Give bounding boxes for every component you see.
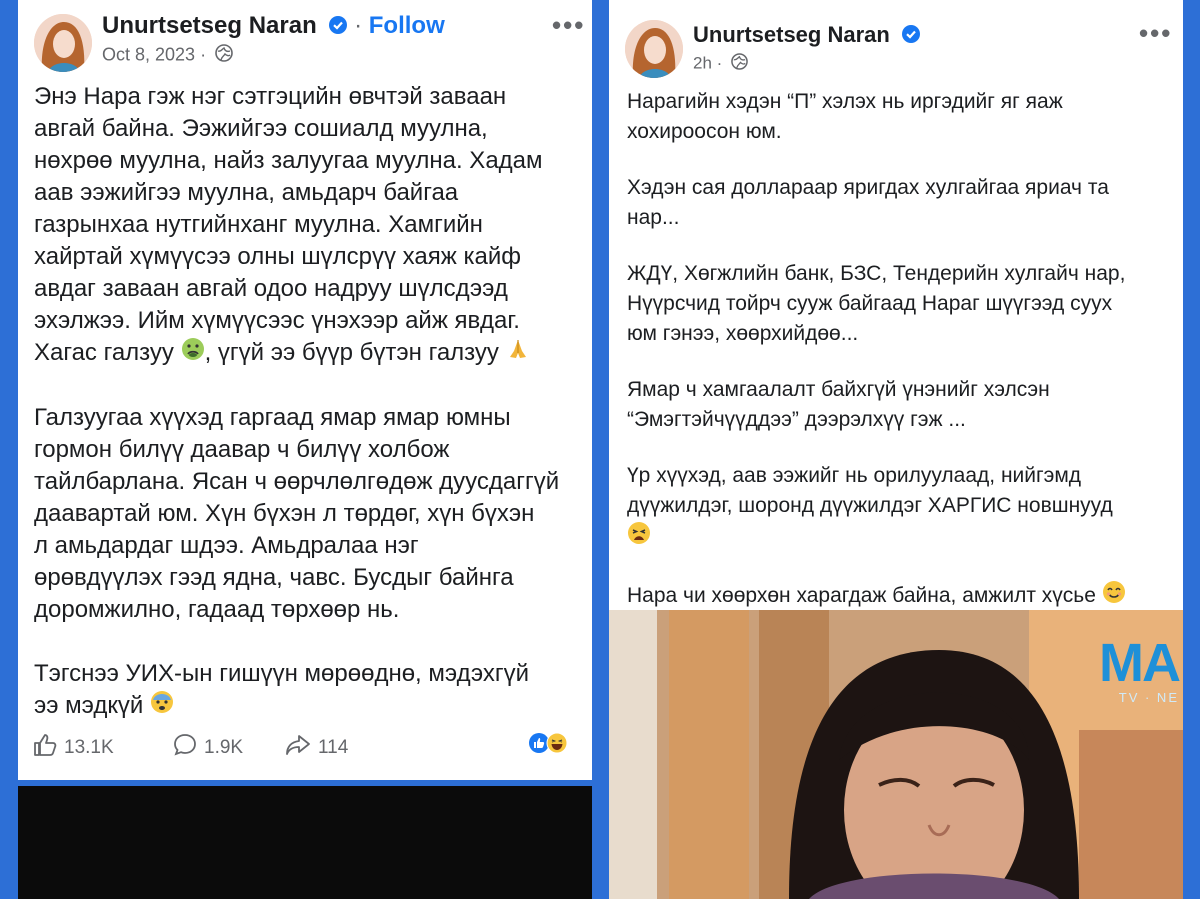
emoji-tired: [627, 521, 651, 554]
text-line: хохироосон юм.: [627, 120, 782, 143]
post-meta: 2h ·: [693, 53, 748, 75]
text-line: ээ мэдкүй: [34, 692, 144, 720]
text-line: юм гэнээ, хөөрхийдөө...: [627, 322, 859, 345]
emoji-smiling: [1102, 580, 1126, 610]
text-line: авгай байна. Ээжийгээ сошиалд муулна,: [34, 115, 488, 142]
post-date[interactable]: Oct 8, 2023: [102, 44, 195, 64]
paragraph-2: Хэдэн сая доллараар яригдах хулгайгаа яр…: [627, 173, 1177, 233]
comment-count: 1.9K: [204, 737, 244, 758]
author-avatar[interactable]: [625, 20, 683, 78]
text-line: нөхрөө муулна, найз залуугаа муулна. Хад…: [34, 147, 543, 174]
post-body: Энэ Нара гэж нэг сэтгэцийн өвчтэй заваан…: [34, 81, 584, 723]
text-line: Нарагийн хэдэн “П” хэлэх нь иргэдийг яг …: [627, 90, 1063, 113]
post-time[interactable]: 2h: [693, 53, 712, 72]
paragraph-4: Ямар ч хамгаалалт байхгүй үнэнийг хэлсэн…: [627, 375, 1177, 435]
paragraph-6: Нара чи хөөрхөн харагдаж байна, амжилт х…: [627, 580, 1177, 610]
paragraph-1: Нарагийн хэдэн “П” хэлэх нь иргэдийг яг …: [627, 87, 1177, 147]
tv-channel-subtitle: TV · NE: [1118, 690, 1179, 705]
text-line: тайлбарлана. Ясан ч өөрчлөлгөдөж дуусдаг…: [34, 468, 560, 496]
author-avatar[interactable]: [34, 14, 92, 72]
more-options-icon[interactable]: •••: [1139, 18, 1172, 49]
action-bar: 13.1K 1.9K 114: [32, 732, 578, 762]
text-line: , үгүй ээ бүүр бүтэн галзуу: [204, 339, 499, 366]
paragraph-3: ЖДҮ, Хөгжлийн банк, БЗС, Тендерийн хулга…: [627, 259, 1177, 349]
globe-icon: [215, 44, 233, 67]
black-video-area: [18, 786, 592, 899]
emoji-fearful: [150, 690, 174, 723]
right-post: Unurtsetseg Naran 2h · ••• Нарагийн хэдэ…: [609, 0, 1183, 610]
author-name[interactable]: Unurtsetseg Naran: [693, 22, 890, 47]
text-line: ЖДҮ, Хөгжлийн банк, БЗС, Тендерийн хулга…: [627, 262, 1126, 285]
text-line: нар...: [627, 206, 680, 229]
globe-icon: [731, 53, 748, 75]
text-line: л амьдардаг шдээ. Амьдралаа нэг: [34, 532, 419, 560]
news-photo[interactable]: MA TV · NE: [609, 610, 1183, 899]
tv-channel-logo: MA: [1099, 633, 1181, 693]
text-line: газрынхаа нутгийнханг муулна. Хамгийн: [34, 211, 483, 238]
reaction-summary[interactable]: [528, 732, 568, 760]
text-line: авдаг заваан авгай одоо надруу шүлсдээд: [34, 275, 508, 302]
share-count: 114: [318, 737, 349, 758]
text-line: өрөвдүүлэх гээд ядна, чавс. Бусдыг байнг…: [34, 564, 514, 592]
text-line: Ямар ч хамгаалалт байхгүй үнэнийг хэлсэн: [627, 378, 1050, 401]
comment-button[interactable]: 1.9K: [172, 732, 243, 764]
left-post: Unurtsetseg Naran · Follow Oct 8, 2023 ·…: [18, 0, 592, 780]
follow-button[interactable]: Follow: [369, 12, 445, 39]
like-button[interactable]: 13.1K: [32, 732, 114, 764]
text-line: доромжилно, гадаад төрхөөр нь.: [34, 596, 400, 624]
paragraph-2: Галзуугаа хүүхэд гаргаад ямар ямар юмны …: [34, 402, 584, 626]
text-line: Хагас галзуу: [34, 339, 174, 366]
post-meta: Oct 8, 2023 ·: [102, 44, 233, 67]
text-line: аав ээжийгээ муулна, амьдарч байгаа: [34, 179, 459, 206]
emoji-nauseated: [181, 337, 205, 370]
text-line: “Эмэгтэйчүүддээ” дээрэлхүү гэж ...: [627, 408, 966, 431]
news-photo-illustration: [609, 610, 1183, 899]
text-line: Галзуугаа хүүхэд гаргаад ямар ямар юмны: [34, 404, 511, 432]
post-body: Нарагийн хэдэн “П” хэлэх нь иргэдийг яг …: [627, 87, 1177, 610]
paragraph-1: Энэ Нара гэж нэг сэтгэцийн өвчтэй заваан…: [34, 81, 584, 370]
text-line: Хэдэн сая доллараар яригдах хулгайгаа яр…: [627, 176, 1109, 199]
author-name[interactable]: Unurtsetseg Naran: [102, 12, 317, 39]
text-line: дүүжилдэг, шоронд дүүжилдэг ХАРГИС новшн…: [627, 494, 1113, 517]
text-line: даавартай юм. Хүн бүхэн л төрдөг, хүн бү…: [34, 500, 535, 528]
author-line: Unurtsetseg Naran: [693, 22, 920, 49]
haha-reaction-icon: [546, 732, 568, 760]
text-line: Тэгснээ УИХ-ын гишүүн мөрөөднө, мэдэхгүй: [34, 660, 530, 688]
like-count: 13.1K: [64, 737, 114, 758]
comment-icon: [172, 732, 198, 764]
text-line: гормон билүү даавар ч билүү холбож: [34, 436, 450, 464]
text-line: Үр хүүхэд, аав ээжийг нь орилуулаад, ний…: [627, 464, 1082, 487]
paragraph-3: Тэгснээ УИХ-ын гишүүн мөрөөднө, мэдэхгүй…: [34, 658, 584, 723]
text-line: хайртай хүмүүсээ олны шүлсрүү хаяж кайф: [34, 243, 521, 270]
text-line: эхэлжээ. Ийм хүмүүсээс үнэхээр айж явдаг…: [34, 307, 520, 334]
share-icon: [284, 732, 312, 764]
text-line: Нара чи хөөрхөн харагдаж байна, амжилт х…: [627, 584, 1096, 608]
text-line: Энэ Нара гэж нэг сэтгэцийн өвчтэй заваан: [34, 83, 507, 110]
author-line: Unurtsetseg Naran · Follow: [102, 12, 445, 41]
text-line: Нүүрсчид тойрч сууж байгаад Нараг шүүгээ…: [627, 292, 1113, 315]
share-button[interactable]: 114: [284, 732, 348, 764]
more-options-icon[interactable]: •••: [552, 10, 585, 41]
like-icon: [32, 732, 58, 764]
verified-badge-icon: [901, 23, 920, 49]
paragraph-5: Үр хүүхэд, аав ээжийг нь орилуулаад, ний…: [627, 461, 1177, 554]
verified-badge-icon: [329, 13, 348, 41]
emoji-praying-hands: [506, 337, 530, 370]
